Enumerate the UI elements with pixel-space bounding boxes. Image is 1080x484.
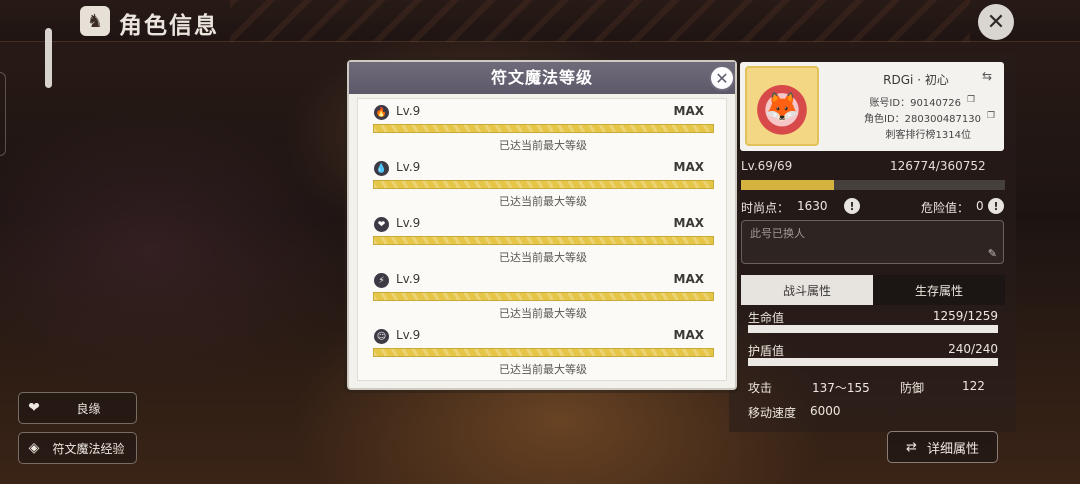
rune-exp-button[interactable]: ◈ 符文魔法经验 (18, 432, 137, 464)
rune-progress-bar (373, 236, 714, 245)
attack-label: 攻击 (748, 381, 773, 395)
relationship-button-label: 良缘 (76, 401, 101, 416)
rune-progress-bar (373, 124, 714, 133)
tab-combat-attributes[interactable]: 战斗属性 (741, 275, 873, 305)
fashion-value: 1630 (797, 199, 828, 213)
rank-text: 刺客排行榜1314位 (885, 130, 971, 141)
rune-status: 已达当前最大等级 (499, 307, 587, 320)
rune-level: Lv.9 (396, 272, 421, 286)
swap-arrows-icon: ⇄ (906, 439, 917, 455)
hearts-icon: ❤ (28, 400, 40, 416)
relationship-button[interactable]: ❤ 良缘 (18, 392, 137, 424)
lightning-icon: ⚡ (374, 273, 389, 288)
top-bar-pattern (230, 0, 970, 42)
rune-icon: ◈ (28, 440, 40, 456)
rune-progress-bar (373, 180, 714, 189)
signature-text: 此号已换人 (750, 227, 805, 240)
heart-icon: ❤ (374, 217, 389, 232)
hp-label: 生命值 (748, 311, 785, 325)
xp-text: 126774/360752 (890, 159, 986, 173)
rune-max: MAX (673, 216, 704, 230)
hp-value: 1259/1259 (932, 309, 998, 323)
danger-info-icon[interactable]: ! (988, 198, 1004, 214)
shield-value: 240/240 (948, 342, 998, 356)
page-title: 角色信息 (119, 13, 219, 39)
flame-icon: 🔥 (374, 105, 389, 120)
account-id: 账号ID：90140726 (869, 98, 961, 109)
detail-attributes-button[interactable]: ⇄ 详细属性 (887, 431, 998, 463)
rune-max: MAX (673, 272, 704, 286)
scroll-handle[interactable] (45, 28, 52, 88)
dialog-title: 符文魔法等级 (349, 62, 735, 94)
rune-status: 已达当前最大等级 (499, 195, 587, 208)
speed-value: 6000 (810, 404, 841, 418)
dialog-close-icon[interactable]: ✕ (709, 65, 735, 91)
rune-status: 已达当前最大等级 (499, 251, 587, 264)
tab-survival-attributes[interactable]: 生存属性 (873, 275, 1005, 305)
danger-value: 0 (976, 199, 984, 213)
rune-status: 已达当前最大等级 (499, 363, 587, 376)
defense-label: 防御 (900, 381, 925, 395)
rune-level: Lv.9 (396, 160, 421, 174)
defense-value: 122 (962, 379, 985, 393)
signature-field[interactable]: 此号已换人 ✎ (741, 220, 1004, 264)
fashion-label: 时尚点： (741, 201, 790, 215)
rune-status: 已达当前最大等级 (499, 139, 587, 152)
close-icon[interactable]: ✕ (978, 4, 1014, 40)
hp-bar (748, 325, 998, 333)
xp-bar-fill (741, 180, 834, 190)
shield-bar (748, 358, 998, 366)
player-name: RDGi · 初心 (883, 73, 949, 87)
avatar[interactable]: 🦊 (745, 66, 819, 146)
rune-exp-button-label: 符文魔法经验 (52, 441, 125, 456)
rune-progress-bar (373, 292, 714, 301)
detail-attributes-label: 详细属性 (926, 441, 979, 457)
rune-level: Lv.9 (396, 328, 421, 342)
xp-bar (741, 180, 1005, 190)
attack-value: 137～155 (812, 381, 870, 395)
rune-max: MAX (673, 104, 704, 118)
rune-list: 🔥 Lv.9 MAX 已达当前最大等级 💧 Lv.9 MAX 已达当前最大等级 ❤ Lv.9 MAX… (357, 98, 727, 381)
rune-row: ⚡ Lv.9 MAX 已达当前最大等级 (358, 267, 728, 323)
drop-icon: 💧 (374, 161, 389, 176)
rune-level: Lv.9 (396, 104, 421, 118)
hp-bar-fill (748, 325, 998, 333)
rune-magic-dialog: 符文魔法等级 ✕ 🔥 Lv.9 MAX 已达当前最大等级 💧 Lv.9 MAX 已达当前最大等… (347, 60, 737, 390)
speed-label: 移动速度 (748, 406, 797, 420)
character-icon: ♞ (80, 6, 110, 36)
rune-row: ❤ Lv.9 MAX 已达当前最大等级 (358, 211, 728, 267)
pen-icon[interactable]: ✎ (988, 247, 997, 260)
rune-max: MAX (673, 328, 704, 342)
rune-max: MAX (673, 160, 704, 174)
rune-level: Lv.9 (396, 216, 421, 230)
left-edge-tab[interactable] (0, 72, 6, 156)
rune-row: ☺ Lv.9 MAX 已达当前最大等级 (358, 323, 728, 379)
smiley-icon: ☺ (374, 329, 389, 344)
copy-account-icon[interactable]: ❐ (967, 95, 975, 105)
rune-progress-bar (373, 348, 714, 357)
swap-icon[interactable]: ⇆ (982, 69, 992, 83)
role-id: 角色ID：280300487130 (864, 114, 981, 125)
copy-role-icon[interactable]: ❐ (987, 111, 995, 121)
fashion-info-icon[interactable]: ! (844, 198, 860, 214)
shield-label: 护盾值 (748, 344, 785, 358)
rune-row: 🔥 Lv.9 MAX 已达当前最大等级 (358, 99, 728, 155)
rune-row: 💧 Lv.9 MAX 已达当前最大等级 (358, 155, 728, 211)
shield-bar-fill (748, 358, 998, 366)
danger-label: 危险值： (921, 201, 970, 215)
level-text: Lv.69/69 (741, 159, 793, 173)
